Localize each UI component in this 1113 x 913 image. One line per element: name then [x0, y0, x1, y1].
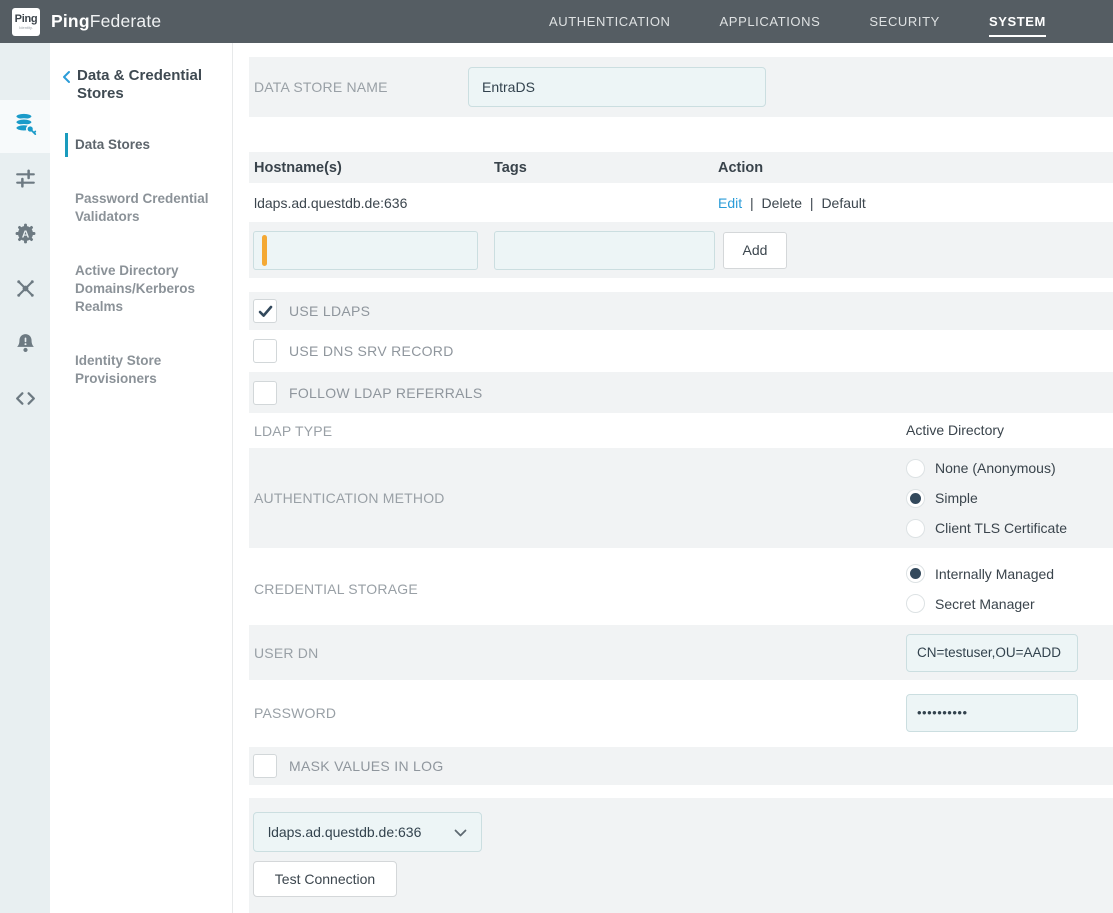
- rail-item-cluster[interactable]: [0, 263, 50, 318]
- app-title: PingFederate: [51, 11, 161, 32]
- radio-option-internally-managed[interactable]: Internally Managed: [906, 559, 1113, 589]
- gear-a-icon: A: [13, 221, 38, 251]
- alert-bell-icon: [13, 331, 38, 361]
- chevron-down-icon: [454, 824, 467, 840]
- sidebar-item-password-credential-validators[interactable]: Password Credential Validators: [50, 190, 232, 226]
- sidebar-back-header[interactable]: Data & Credential Stores: [50, 67, 232, 103]
- code-icon: [13, 386, 38, 416]
- data-store-name-row: DATA STORE NAME: [249, 57, 1113, 117]
- sidebar-item-identity-store-provisioners[interactable]: Identity Store Provisioners: [50, 352, 232, 388]
- top-navbar: Ping Identity. PingFederate AUTHENTICATI…: [0, 0, 1113, 43]
- test-connection-button[interactable]: Test Connection: [253, 861, 397, 897]
- use-ldaps-checkbox[interactable]: [253, 299, 277, 323]
- primary-nav: AUTHENTICATION APPLICATIONS SECURITY SYS…: [549, 0, 1046, 43]
- use-ldaps-row: USE LDAPS: [249, 292, 1113, 330]
- sliders-icon: [13, 166, 38, 196]
- host-table-row: ldaps.ad.questdb.de:636 Edit | Delete | …: [249, 183, 1113, 222]
- database-key-icon: [12, 111, 38, 142]
- delete-action[interactable]: Delete: [762, 195, 802, 211]
- action-column-header: Action: [718, 160, 1113, 176]
- authentication-method-row: AUTHENTICATION METHOD None (Anonymous) S…: [249, 448, 1113, 548]
- credential-storage-row: CREDENTIAL STORAGE Internally Managed Se…: [249, 552, 1113, 625]
- rail-item-settings[interactable]: [0, 153, 50, 208]
- user-dn-row: USER DN: [249, 625, 1113, 680]
- rail-item-data-stores[interactable]: [0, 100, 50, 153]
- hosts-table-header: Hostname(s) Tags Action: [249, 152, 1113, 183]
- sidebar-nav: Data Stores Password Credential Validato…: [50, 136, 232, 388]
- rail-item-api[interactable]: [0, 373, 50, 428]
- sidebar-item-ad-domains-kerberos-realms[interactable]: Active Directory Domains/Kerberos Realms: [50, 262, 232, 316]
- rail-item-notifications[interactable]: [0, 318, 50, 373]
- add-button[interactable]: Add: [723, 232, 787, 269]
- checkmark-icon: [258, 305, 273, 318]
- password-input[interactable]: [906, 694, 1078, 732]
- mask-values-checkbox[interactable]: [253, 754, 277, 778]
- new-hostname-input[interactable]: [253, 231, 478, 270]
- pingfederate-app: { "topnav": { "logo_badge": "Ping", "log…: [0, 0, 1113, 913]
- rail-item-server[interactable]: A: [0, 208, 50, 263]
- ldap-type-row: LDAP TYPE Active Directory: [249, 413, 1113, 448]
- hostname-column-header: Hostname(s): [254, 160, 494, 176]
- radio-simple[interactable]: [906, 489, 925, 508]
- password-row: PASSWORD: [249, 680, 1113, 745]
- use-dns-srv-label: USE DNS SRV RECORD: [289, 343, 454, 359]
- nav-security[interactable]: SECURITY: [869, 0, 940, 43]
- user-dn-label: USER DN: [254, 645, 318, 661]
- radio-none-anonymous[interactable]: [906, 459, 925, 478]
- credential-storage-label: CREDENTIAL STORAGE: [254, 581, 418, 597]
- radio-option-secret-manager[interactable]: Secret Manager: [906, 589, 1113, 619]
- follow-referrals-row: FOLLOW LDAP REFERRALS: [249, 372, 1113, 413]
- use-dns-srv-checkbox[interactable]: [253, 339, 277, 363]
- hostname-select-value: ldaps.ad.questdb.de:636: [268, 824, 421, 840]
- user-dn-input[interactable]: [906, 634, 1078, 672]
- secondary-sidebar: Data & Credential Stores Data Stores Pas…: [50, 43, 233, 913]
- icon-rail: A: [0, 43, 50, 913]
- ping-logo: Ping Identity.: [12, 8, 40, 36]
- use-ldaps-label: USE LDAPS: [289, 303, 370, 319]
- host-actions-cell: Edit | Delete | Default: [718, 195, 1113, 211]
- mask-values-label: MASK VALUES IN LOG: [289, 758, 444, 774]
- ping-logo-text: Ping: [15, 14, 38, 25]
- default-action[interactable]: Default: [821, 195, 865, 211]
- authentication-method-label: AUTHENTICATION METHOD: [254, 490, 445, 506]
- sidebar-title: Data & Credential Stores: [77, 67, 215, 103]
- use-dns-srv-row: USE DNS SRV RECORD: [249, 330, 1113, 372]
- sidebar-item-data-stores[interactable]: Data Stores: [50, 136, 232, 154]
- add-host-row: Add: [249, 222, 1113, 278]
- follow-referrals-checkbox[interactable]: [253, 381, 277, 405]
- password-label: PASSWORD: [254, 705, 336, 721]
- radio-option-none-anonymous[interactable]: None (Anonymous): [906, 453, 1113, 483]
- radio-option-simple[interactable]: Simple: [906, 483, 1113, 513]
- radio-client-tls-certificate[interactable]: [906, 519, 925, 538]
- svg-text:A: A: [21, 229, 29, 240]
- cluster-icon: [13, 276, 38, 306]
- ping-logo-subtext: Identity.: [19, 26, 33, 30]
- datastore-form: DATA STORE NAME Hostname(s) Tags Action …: [233, 43, 1113, 913]
- radio-secret-manager[interactable]: [906, 594, 925, 613]
- tags-column-header: Tags: [494, 160, 718, 176]
- host-hostname-cell: ldaps.ad.questdb.de:636: [254, 195, 494, 211]
- radio-internally-managed[interactable]: [906, 564, 925, 583]
- nav-applications[interactable]: APPLICATIONS: [720, 0, 821, 43]
- ldap-type-label: LDAP TYPE: [254, 423, 332, 439]
- radio-option-client-tls-certificate[interactable]: Client TLS Certificate: [906, 513, 1113, 543]
- ldap-type-value: Active Directory: [906, 422, 1004, 438]
- nav-system[interactable]: SYSTEM: [989, 0, 1046, 43]
- nav-authentication[interactable]: AUTHENTICATION: [549, 0, 671, 43]
- new-tags-input[interactable]: [494, 231, 715, 270]
- back-chevron-icon: [61, 70, 71, 103]
- data-store-name-input[interactable]: [468, 67, 766, 107]
- hostname-select[interactable]: ldaps.ad.questdb.de:636: [253, 812, 482, 852]
- data-store-name-label: DATA STORE NAME: [254, 79, 468, 95]
- follow-referrals-label: FOLLOW LDAP REFERRALS: [289, 385, 483, 401]
- test-connection-section: ldaps.ad.questdb.de:636 Test Connection: [249, 798, 1113, 913]
- edit-link[interactable]: Edit: [718, 195, 742, 211]
- mask-values-row: MASK VALUES IN LOG: [249, 747, 1113, 785]
